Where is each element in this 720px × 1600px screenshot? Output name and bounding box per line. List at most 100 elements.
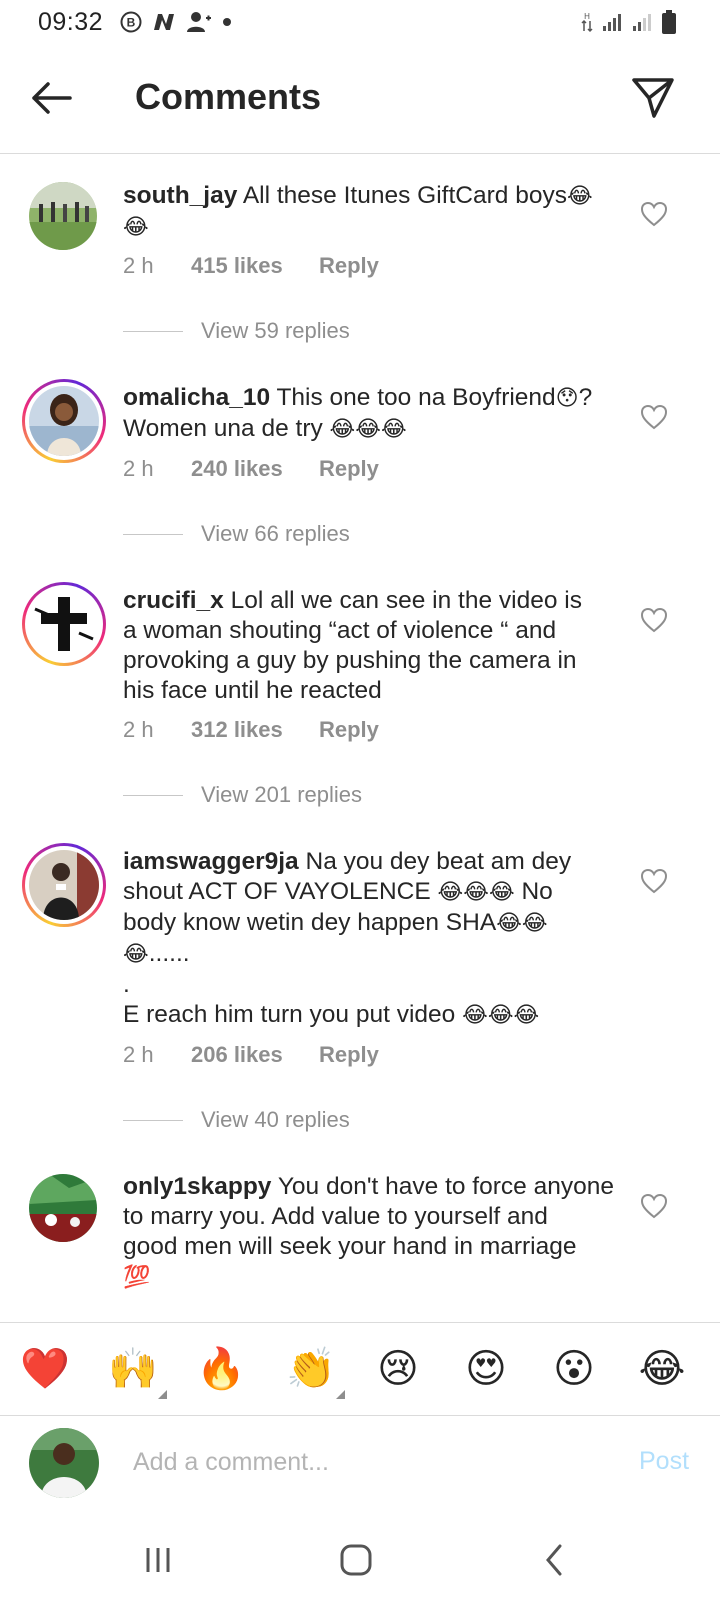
avatar [29,589,99,659]
comment-emoji: 😂😂😂 [437,880,515,905]
comment-time: 2 h [123,1042,154,1067]
comment-text: omalicha_10 This one too na Boyfriend😯? … [123,383,623,445]
emoji-button-crying-face[interactable]: 😢 [370,1341,426,1397]
comment-time: 2 h [123,456,154,481]
comment-message-line: shout ACT OF VAYOLENCE [123,878,431,905]
comment-username[interactable]: omalicha_10 [123,384,270,411]
quick-emoji-bar: ❤️ 🙌 🔥 👏 😢 😍 😮 😂 [0,1322,720,1416]
svg-text:H: H [584,12,590,21]
view-replies-button[interactable]: View 201 replies [123,782,362,808]
emoji-button-fire[interactable]: 🔥 [193,1341,249,1397]
emoji-button-red-heart[interactable]: ❤️ [17,1341,73,1397]
comment-message-suffix: ? [578,384,593,411]
avatar[interactable] [29,1174,97,1242]
avatar [29,386,99,456]
share-button[interactable] [630,74,676,120]
comment-text: south_jay All these Itunes GiftCard boys… [123,181,623,243]
comment-time: 2 h [123,717,154,742]
home-icon [340,1544,372,1576]
replies-divider [123,1119,183,1121]
view-replies-label: View 201 replies [201,782,363,807]
comment-message-line: body know wetin dey happen SHA [123,909,497,936]
comment-meta: 2 h 312 likes Reply [123,717,379,743]
comment-message: All these Itunes GiftCard boys [242,182,567,209]
system-nav-bar [0,1520,720,1600]
signal-icon [633,14,651,31]
paper-plane-icon [632,78,674,118]
replies-divider [123,794,183,796]
reply-button[interactable]: Reply [319,717,379,743]
comment-message-line: E reach him turn you put video [123,1001,456,1028]
skin-tone-indicator [336,1390,345,1399]
status-time: 09:32 [38,8,104,36]
reply-button[interactable]: Reply [319,456,379,482]
b-icon: B [120,11,142,33]
reply-button[interactable]: Reply [319,253,379,279]
view-replies-button[interactable]: View 66 replies [123,521,350,547]
view-replies-button[interactable]: View 40 replies [123,1107,350,1133]
comment-emoji: 😂 [566,184,593,209]
home-button[interactable] [334,1542,378,1578]
comment-message: Na you dey beat am dey [305,848,572,875]
comment-message-line: ...... [148,940,190,967]
avatar[interactable] [29,182,97,250]
data-arrows-icon: H [581,12,593,33]
nav-back-button[interactable] [532,1542,576,1578]
like-comment-button[interactable] [640,404,668,430]
my-avatar [29,1428,99,1498]
comment-username[interactable]: iamswagger9ja [123,848,299,875]
like-comment-button[interactable] [640,1193,668,1219]
view-replies-label: View 59 replies [201,318,350,343]
battery-icon [662,10,676,34]
like-comment-button[interactable] [640,607,668,633]
comment-text: iamswagger9ja Na you dey beat am dey sho… [123,847,623,1031]
tears-of-joy-icon: 😂 [638,1346,686,1392]
comment-username[interactable]: crucifi_x [123,587,224,614]
comment-likes[interactable]: 312 likes [191,717,319,743]
like-comment-button[interactable] [640,868,668,894]
heart-eyes-icon: 😍 [465,1346,507,1392]
comment-meta: 2 h 415 likes Reply [123,253,379,279]
comment-likes[interactable]: 206 likes [191,1042,319,1068]
heart-outline-icon [640,607,668,633]
comment-emoji: 😂😂😂 [462,1003,540,1028]
recents-icon [146,1548,170,1572]
comment-likes[interactable]: 240 likes [191,456,319,482]
comment-username[interactable]: only1skappy [123,1173,271,1200]
header: Comments [0,44,720,154]
recents-button[interactable] [136,1542,180,1578]
status-system-icons: H [580,10,676,34]
comment-message: You don't have to force anyone [277,1173,614,1200]
post-button[interactable]: Post [639,1447,689,1476]
status-bar: 09:32 B H [0,0,720,44]
comments-list[interactable]: south_jay All these Itunes GiftCard boys… [0,155,720,1322]
avatar-story-ring[interactable] [22,379,106,463]
comment-likes[interactable]: 415 likes [191,253,319,279]
comment-emoji: 💯 [123,1265,151,1290]
back-button[interactable] [28,74,76,122]
comment-input[interactable] [133,1442,593,1482]
reply-button[interactable]: Reply [319,1042,379,1068]
avatar-story-ring[interactable] [22,843,106,927]
emoji-button-clapping-hands[interactable]: 👏 [283,1341,345,1399]
back-icon [546,1544,562,1576]
comment-emoji: 😂😂😂 [329,417,407,442]
emoji-button-raising-hands[interactable]: 🙌 [105,1341,167,1399]
crying-face-icon: 😢 [377,1346,419,1392]
comment-emoji: 😯 [555,386,579,411]
comment-message-line: his face until he reacted [123,677,382,704]
comment-message-line: No [521,878,553,905]
heart-outline-icon [640,1193,668,1219]
avatar-story-ring[interactable] [22,582,106,666]
emoji-button-tears-of-joy[interactable]: 😂 [634,1341,690,1397]
comment-emoji: 😂 [123,215,149,240]
emoji-button-heart-eyes[interactable]: 😍 [458,1341,514,1397]
comment-message-line: good men will seek your hand in marriage [123,1233,577,1260]
comment-message-line: to marry you. Add value to yourself and [123,1203,548,1230]
view-replies-label: View 66 replies [201,521,350,546]
view-replies-button[interactable]: View 59 replies [123,318,350,344]
comment-username[interactable]: south_jay [123,182,237,209]
comment-message-line: . [123,971,130,998]
emoji-button-surprised-face[interactable]: 😮 [546,1341,602,1397]
like-comment-button[interactable] [640,201,668,227]
